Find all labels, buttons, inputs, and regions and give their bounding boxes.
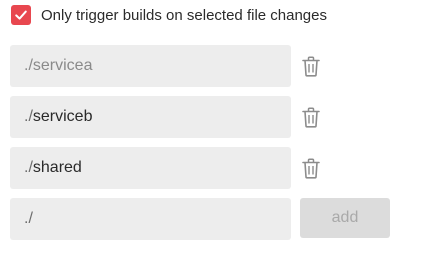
- path-prefix: ./: [24, 159, 33, 176]
- new-path-row: ./: [10, 198, 291, 240]
- trigger-checkbox[interactable]: [11, 5, 31, 25]
- path-field-serviceb[interactable]: ./serviceb: [10, 96, 291, 138]
- path-prefix: ./: [24, 108, 33, 125]
- delete-path-button[interactable]: [301, 55, 321, 77]
- checkmark-icon: [15, 10, 27, 20]
- path-name: serviceb: [32, 108, 93, 125]
- path-name: servicea: [32, 57, 93, 74]
- trigger-option[interactable]: Only trigger builds on selected file cha…: [11, 4, 327, 26]
- trash-icon: [302, 106, 320, 128]
- path-row: ./serviceb: [10, 96, 321, 138]
- path-prefix: ./: [24, 57, 33, 74]
- delete-path-button[interactable]: [301, 157, 321, 179]
- delete-path-button[interactable]: [301, 106, 321, 128]
- trash-icon: [302, 157, 320, 179]
- add-path-button[interactable]: add: [300, 198, 390, 238]
- path-name: shared: [32, 159, 82, 176]
- path-field-servicea[interactable]: ./servicea: [10, 45, 291, 87]
- file-change-filter-panel: Only trigger builds on selected file cha…: [0, 0, 422, 253]
- path-row: ./servicea: [10, 45, 321, 87]
- trigger-label: Only trigger builds on selected file cha…: [41, 6, 327, 24]
- new-path-input[interactable]: ./: [10, 198, 291, 240]
- path-row: ./shared: [10, 147, 321, 189]
- path-field-shared[interactable]: ./shared: [10, 147, 291, 189]
- trash-icon: [302, 55, 320, 77]
